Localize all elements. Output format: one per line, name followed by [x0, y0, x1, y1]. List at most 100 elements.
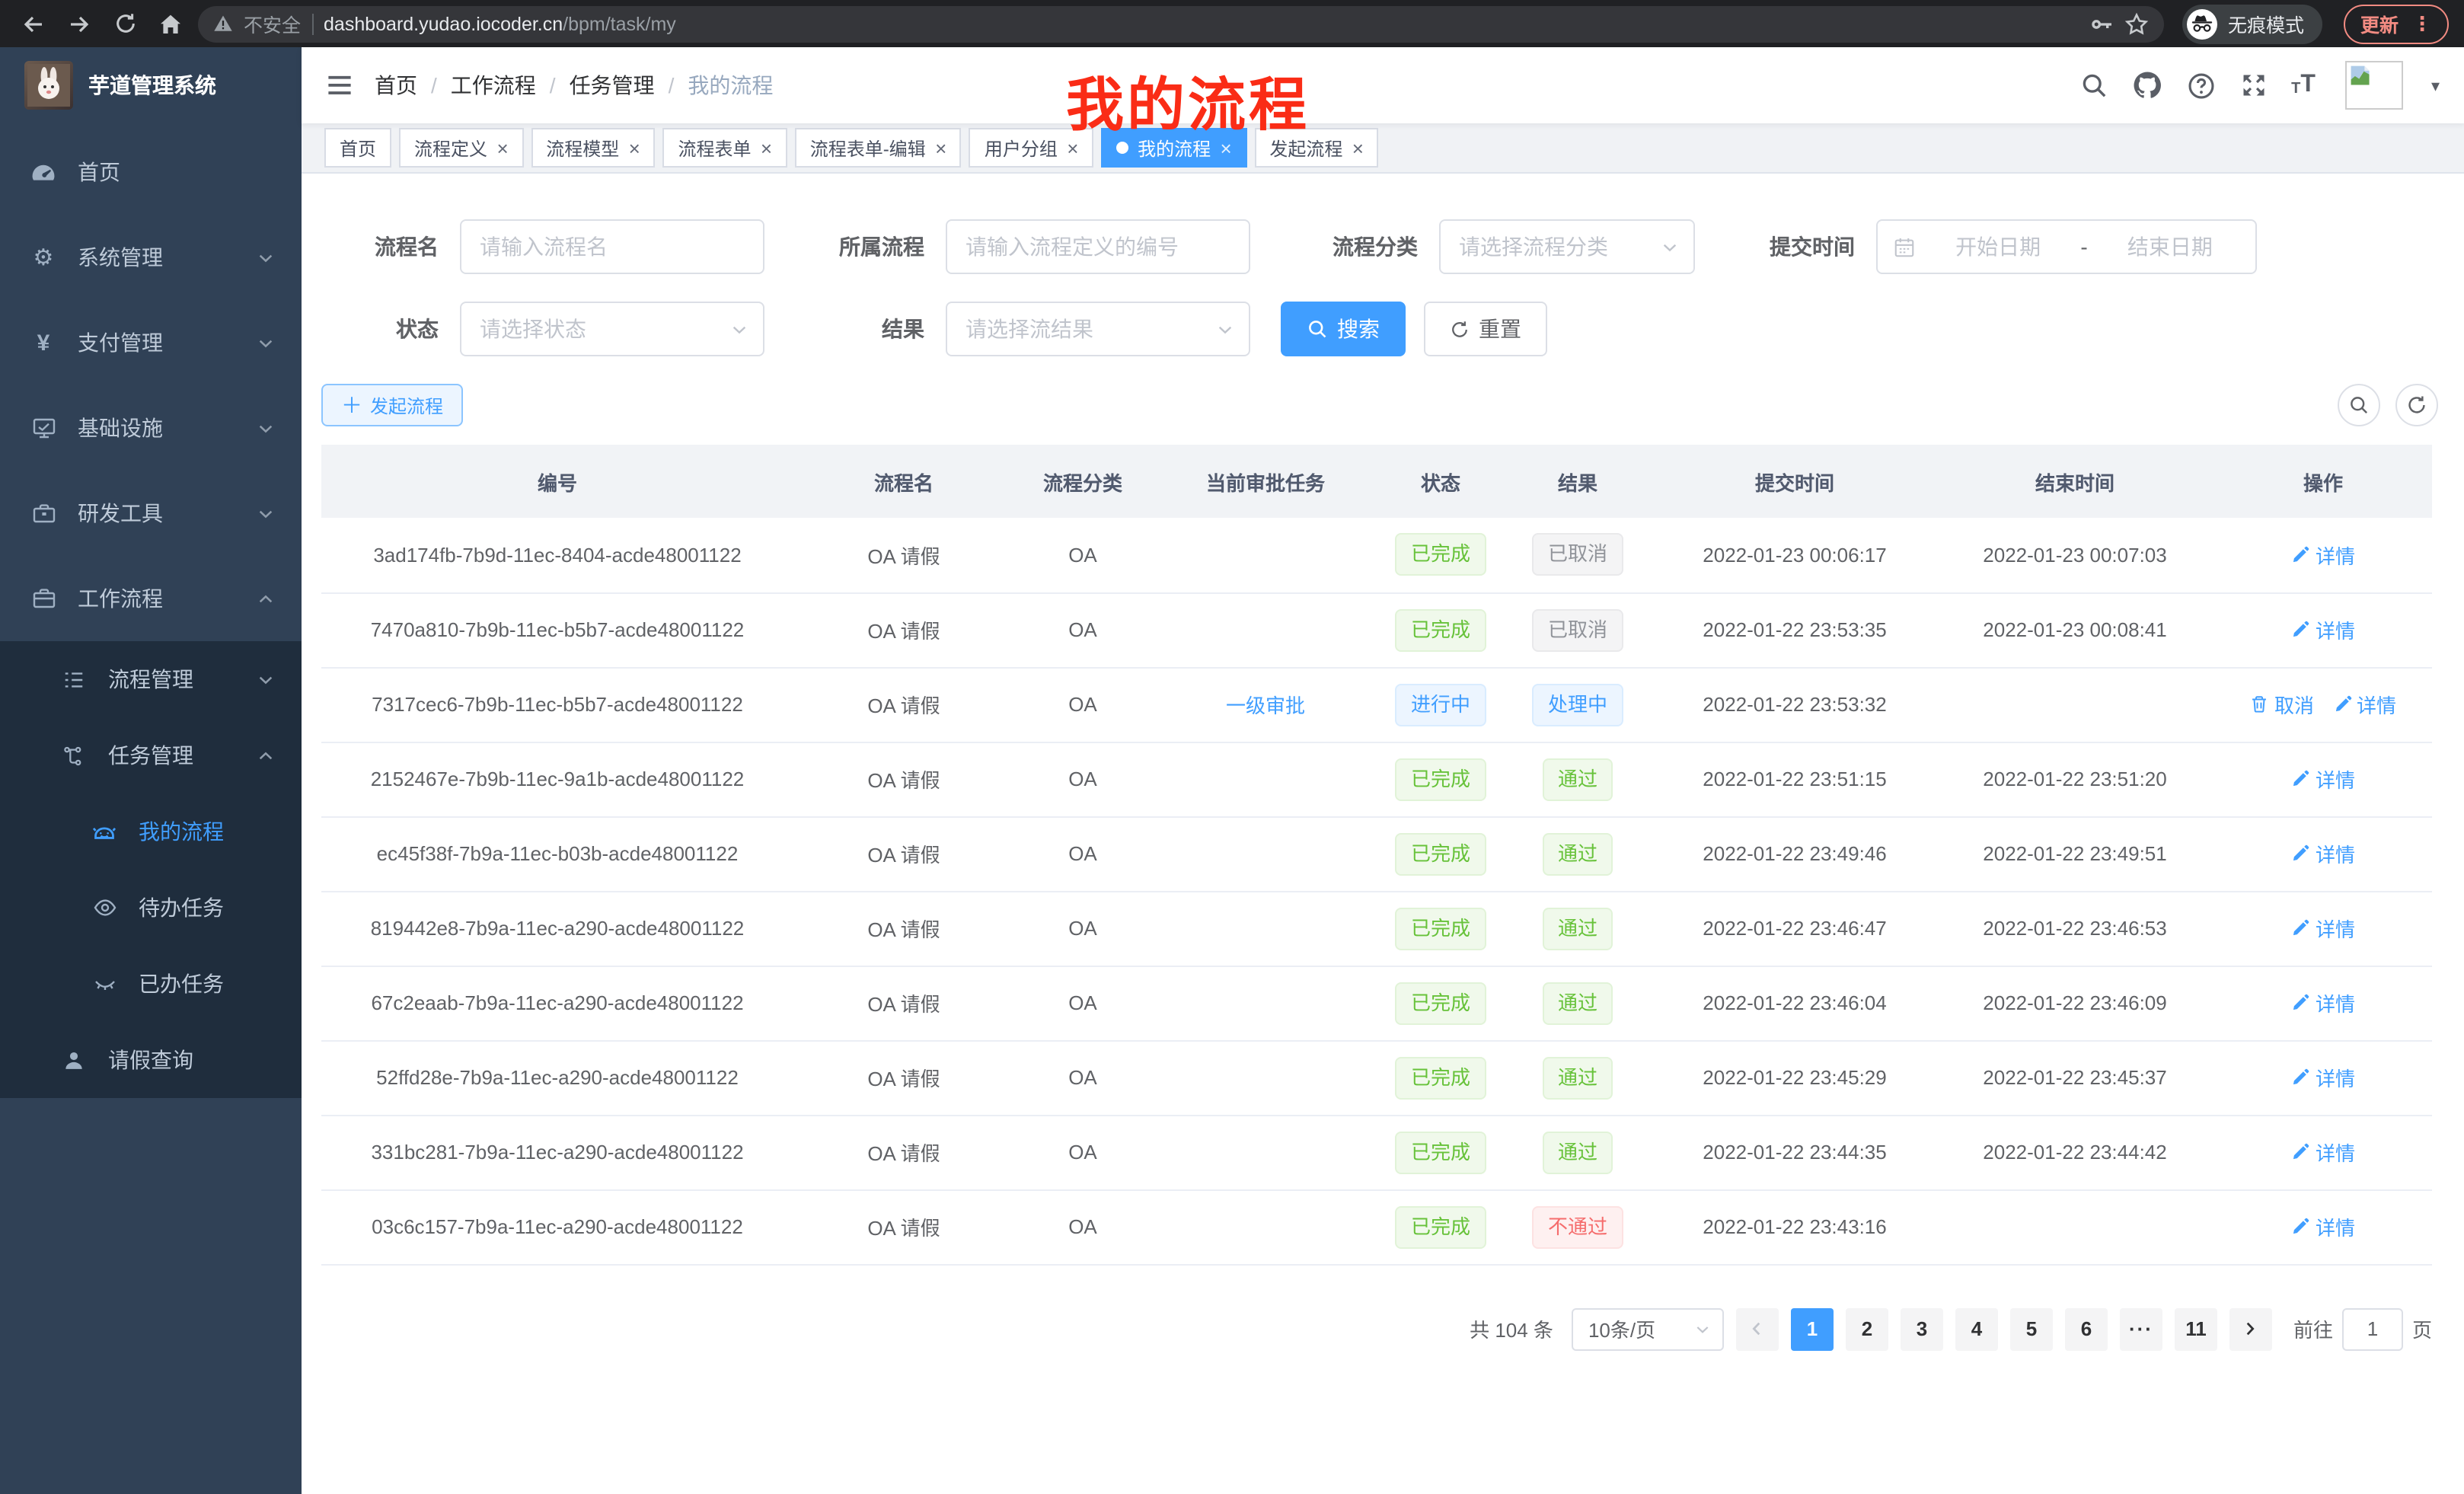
sidebar-item-home[interactable]: 首页	[0, 129, 302, 215]
detail-link[interactable]: 详情	[2291, 1138, 2355, 1167]
cancel-link[interactable]: 取消	[2250, 690, 2314, 719]
detail-link[interactable]: 详情	[2291, 1212, 2355, 1241]
tab-4[interactable]: 流程表单-编辑×	[795, 128, 962, 168]
search-icon[interactable]	[2079, 72, 2107, 99]
detail-link[interactable]: 详情	[2291, 988, 2355, 1017]
update-button[interactable]: 更新 ⋮	[2344, 4, 2449, 43]
cell-actions: 详情	[2214, 966, 2432, 1040]
detail-link[interactable]: 详情	[2291, 914, 2355, 943]
result-select[interactable]: 请选择流结果	[946, 302, 1250, 356]
fullscreen-icon[interactable]	[2239, 72, 2267, 99]
browser-menu-icon[interactable]: ⋮	[2412, 14, 2432, 34]
page-button-6[interactable]: 6	[2065, 1307, 2108, 1350]
browser-home-icon[interactable]	[152, 5, 189, 42]
cell-category: OA	[1014, 891, 1151, 966]
page-button-11[interactable]: 11	[2175, 1307, 2217, 1350]
cell-id: 331bc281-7b9a-11ec-a290-acde48001122	[321, 1115, 793, 1189]
url-bar[interactable]: 不安全 dashboard.yudao.iocoder.cn/bpm/task/…	[198, 5, 2164, 42]
page-size-select[interactable]: 10条/页	[1572, 1307, 1724, 1350]
definition-input[interactable]	[946, 219, 1250, 274]
detail-link[interactable]: 详情	[2291, 541, 2355, 570]
detail-link[interactable]: 详情	[2332, 690, 2396, 719]
sidebar-item-infrastructure[interactable]: 基础设施	[0, 385, 302, 471]
detail-link[interactable]: 详情	[2291, 615, 2355, 644]
show-search-button[interactable]	[2338, 384, 2380, 426]
page-button-1[interactable]: 1	[1791, 1307, 1834, 1350]
search-button[interactable]: 搜索	[1281, 302, 1406, 356]
close-icon[interactable]: ×	[1352, 138, 1363, 158]
refresh-table-button[interactable]	[2395, 384, 2438, 426]
goto-page-input[interactable]	[2342, 1307, 2403, 1350]
breadcrumb-workflow[interactable]: 工作流程	[451, 70, 536, 101]
tab-3[interactable]: 流程表单×	[662, 128, 787, 168]
page-content: 流程名 所属流程 流程分类 请选择流程分类 提交时间 开始日期	[302, 174, 2464, 1494]
page-button-2[interactable]: 2	[1846, 1307, 1888, 1350]
close-icon[interactable]: ×	[935, 138, 946, 158]
cell-actions: 详情	[2214, 1115, 2432, 1189]
sidebar-item-system[interactable]: ⚙ 系统管理	[0, 215, 302, 300]
result-badge: 已取消	[1533, 534, 1623, 576]
detail-link[interactable]: 详情	[2291, 1063, 2355, 1092]
breadcrumb: 首页 / 工作流程 / 任务管理 / 我的流程	[375, 70, 773, 101]
edit-pencil-icon	[2291, 1217, 2311, 1237]
sidebar-item-task-mgmt[interactable]: 任务管理	[0, 717, 302, 793]
sidebar-item-todo-tasks[interactable]: 待办任务	[0, 870, 302, 946]
tab-2[interactable]: 流程模型×	[531, 128, 655, 168]
bookmark-star-icon[interactable]	[2124, 11, 2149, 36]
process-name-input[interactable]	[460, 219, 764, 274]
status-select[interactable]: 请选择状态	[460, 302, 764, 356]
page-button-3[interactable]: 3	[1901, 1307, 1943, 1350]
sidebar-toggle-icon[interactable]	[326, 72, 353, 99]
close-icon[interactable]: ×	[761, 138, 772, 158]
page-button-5[interactable]: 5	[2010, 1307, 2053, 1350]
prev-page-button[interactable]	[1736, 1307, 1779, 1350]
date-range-picker[interactable]: 开始日期 - 结束日期	[1876, 219, 2257, 274]
github-icon[interactable]	[2131, 70, 2162, 101]
annotation-overlay: 我的流程	[1066, 58, 1310, 142]
detail-link[interactable]: 详情	[2291, 839, 2355, 868]
refresh-icon	[1450, 319, 1470, 339]
col-current-task: 当前审批任务	[1151, 445, 1380, 518]
close-icon[interactable]: ×	[496, 138, 508, 158]
start-process-button[interactable]: ＋ 发起流程	[321, 384, 463, 426]
breadcrumb-task-mgmt[interactable]: 任务管理	[570, 70, 655, 101]
cell-category: OA	[1014, 592, 1151, 667]
sidebar-item-done-tasks[interactable]: 已办任务	[0, 946, 302, 1022]
sidebar-item-my-process[interactable]: 我的流程	[0, 793, 302, 870]
avatar[interactable]	[2346, 61, 2404, 110]
reset-button[interactable]: 重置	[1424, 302, 1547, 356]
password-key-icon[interactable]	[2089, 11, 2114, 36]
detail-link[interactable]: 详情	[2291, 765, 2355, 793]
app-header: 首页 / 工作流程 / 任务管理 / 我的流程 TT ▾	[302, 47, 2464, 123]
tab-0[interactable]: 首页	[324, 128, 391, 168]
sidebar-item-process-mgmt[interactable]: 流程管理	[0, 641, 302, 717]
cell-end-time	[1936, 1189, 2214, 1264]
breadcrumb-home[interactable]: 首页	[375, 70, 417, 101]
edit-pencil-icon	[2291, 769, 2311, 789]
category-label: 流程分类	[1281, 231, 1418, 262]
workflow-submenu: 流程管理 任务管理 我的流程 待办任务	[0, 641, 302, 1098]
next-page-button[interactable]	[2229, 1307, 2272, 1350]
chevron-up-icon	[257, 747, 274, 764]
sidebar-item-leave-query[interactable]: 请假查询	[0, 1022, 302, 1098]
sidebar-item-devtools[interactable]: 研发工具	[0, 471, 302, 556]
result-badge: 通过	[1543, 907, 1613, 950]
sidebar-item-payment[interactable]: ¥ 支付管理	[0, 300, 302, 385]
chevron-down-icon[interactable]: ▾	[2431, 75, 2440, 95]
tab-1[interactable]: 流程定义×	[399, 128, 523, 168]
cell-submit-time: 2022-01-23 00:06:17	[1654, 518, 1936, 592]
page-button-4[interactable]: 4	[1955, 1307, 1998, 1350]
font-size-icon[interactable]: TT	[2291, 73, 2316, 97]
close-icon[interactable]: ×	[628, 138, 640, 158]
browser-reload-icon[interactable]	[107, 5, 143, 42]
chevron-down-icon	[1661, 238, 1678, 255]
current-task-link[interactable]: 一级审批	[1226, 694, 1305, 717]
help-icon[interactable]	[2186, 71, 2215, 100]
sidebar-item-workflow[interactable]: 工作流程	[0, 556, 302, 641]
category-select[interactable]: 请选择流程分类	[1439, 219, 1695, 274]
browser-back-icon[interactable]	[15, 5, 52, 42]
table-row: 3ad174fb-7b9d-11ec-8404-acde48001122OA 请…	[321, 518, 2432, 592]
pager-ellipsis[interactable]: ···	[2120, 1307, 2162, 1350]
logo[interactable]: 芋道管理系统	[0, 47, 302, 123]
browser-forward-icon[interactable]	[61, 5, 97, 42]
